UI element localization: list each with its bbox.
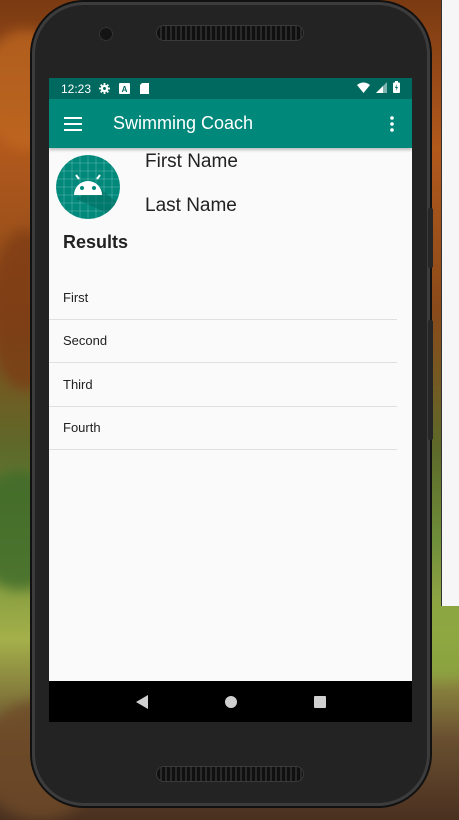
list-item-label: Fourth <box>63 420 101 436</box>
last-name-label: Last Name <box>145 195 237 216</box>
more-vert-icon[interactable] <box>372 99 412 148</box>
results-heading: Results <box>63 232 129 252</box>
home-icon[interactable] <box>216 687 246 717</box>
background-window <box>441 0 459 606</box>
list-item-label: First <box>63 289 89 305</box>
first-name-label: First Name <box>145 151 238 172</box>
android-icon[interactable] <box>56 155 120 219</box>
hamburger-menu-icon[interactable] <box>49 99 97 148</box>
status-bar: 12:23 A <box>49 78 412 99</box>
battery-icon <box>393 81 400 96</box>
list-item[interactable]: Second <box>49 320 397 363</box>
device-screen: 12:23 A Swimming Coach First Name Last N… <box>49 78 412 722</box>
results-list: First Second Third Fourth <box>49 276 397 450</box>
wifi-icon <box>357 82 370 96</box>
a-icon: A <box>119 83 131 94</box>
list-item-label: Second <box>63 333 108 349</box>
list-item[interactable]: First <box>49 276 397 320</box>
app-bar: Swimming Coach <box>49 99 412 148</box>
svg-text:A: A <box>122 85 128 94</box>
app-title: Swimming Coach <box>113 113 254 133</box>
bottom-speaker <box>157 767 303 781</box>
gear-icon <box>99 83 111 94</box>
power-button <box>428 320 433 440</box>
list-item[interactable]: Fourth <box>49 407 397 450</box>
front-camera <box>100 28 112 40</box>
signal-icon <box>376 81 387 96</box>
status-time: 12:23 <box>61 81 92 96</box>
recents-icon[interactable] <box>305 687 335 717</box>
back-icon[interactable] <box>127 687 157 717</box>
system-nav-bar <box>49 681 412 722</box>
volume-button <box>428 208 433 268</box>
list-item[interactable]: Third <box>49 363 397 407</box>
list-item-label: Third <box>63 376 93 392</box>
sd-card-icon <box>139 83 150 94</box>
top-speaker <box>157 26 303 40</box>
